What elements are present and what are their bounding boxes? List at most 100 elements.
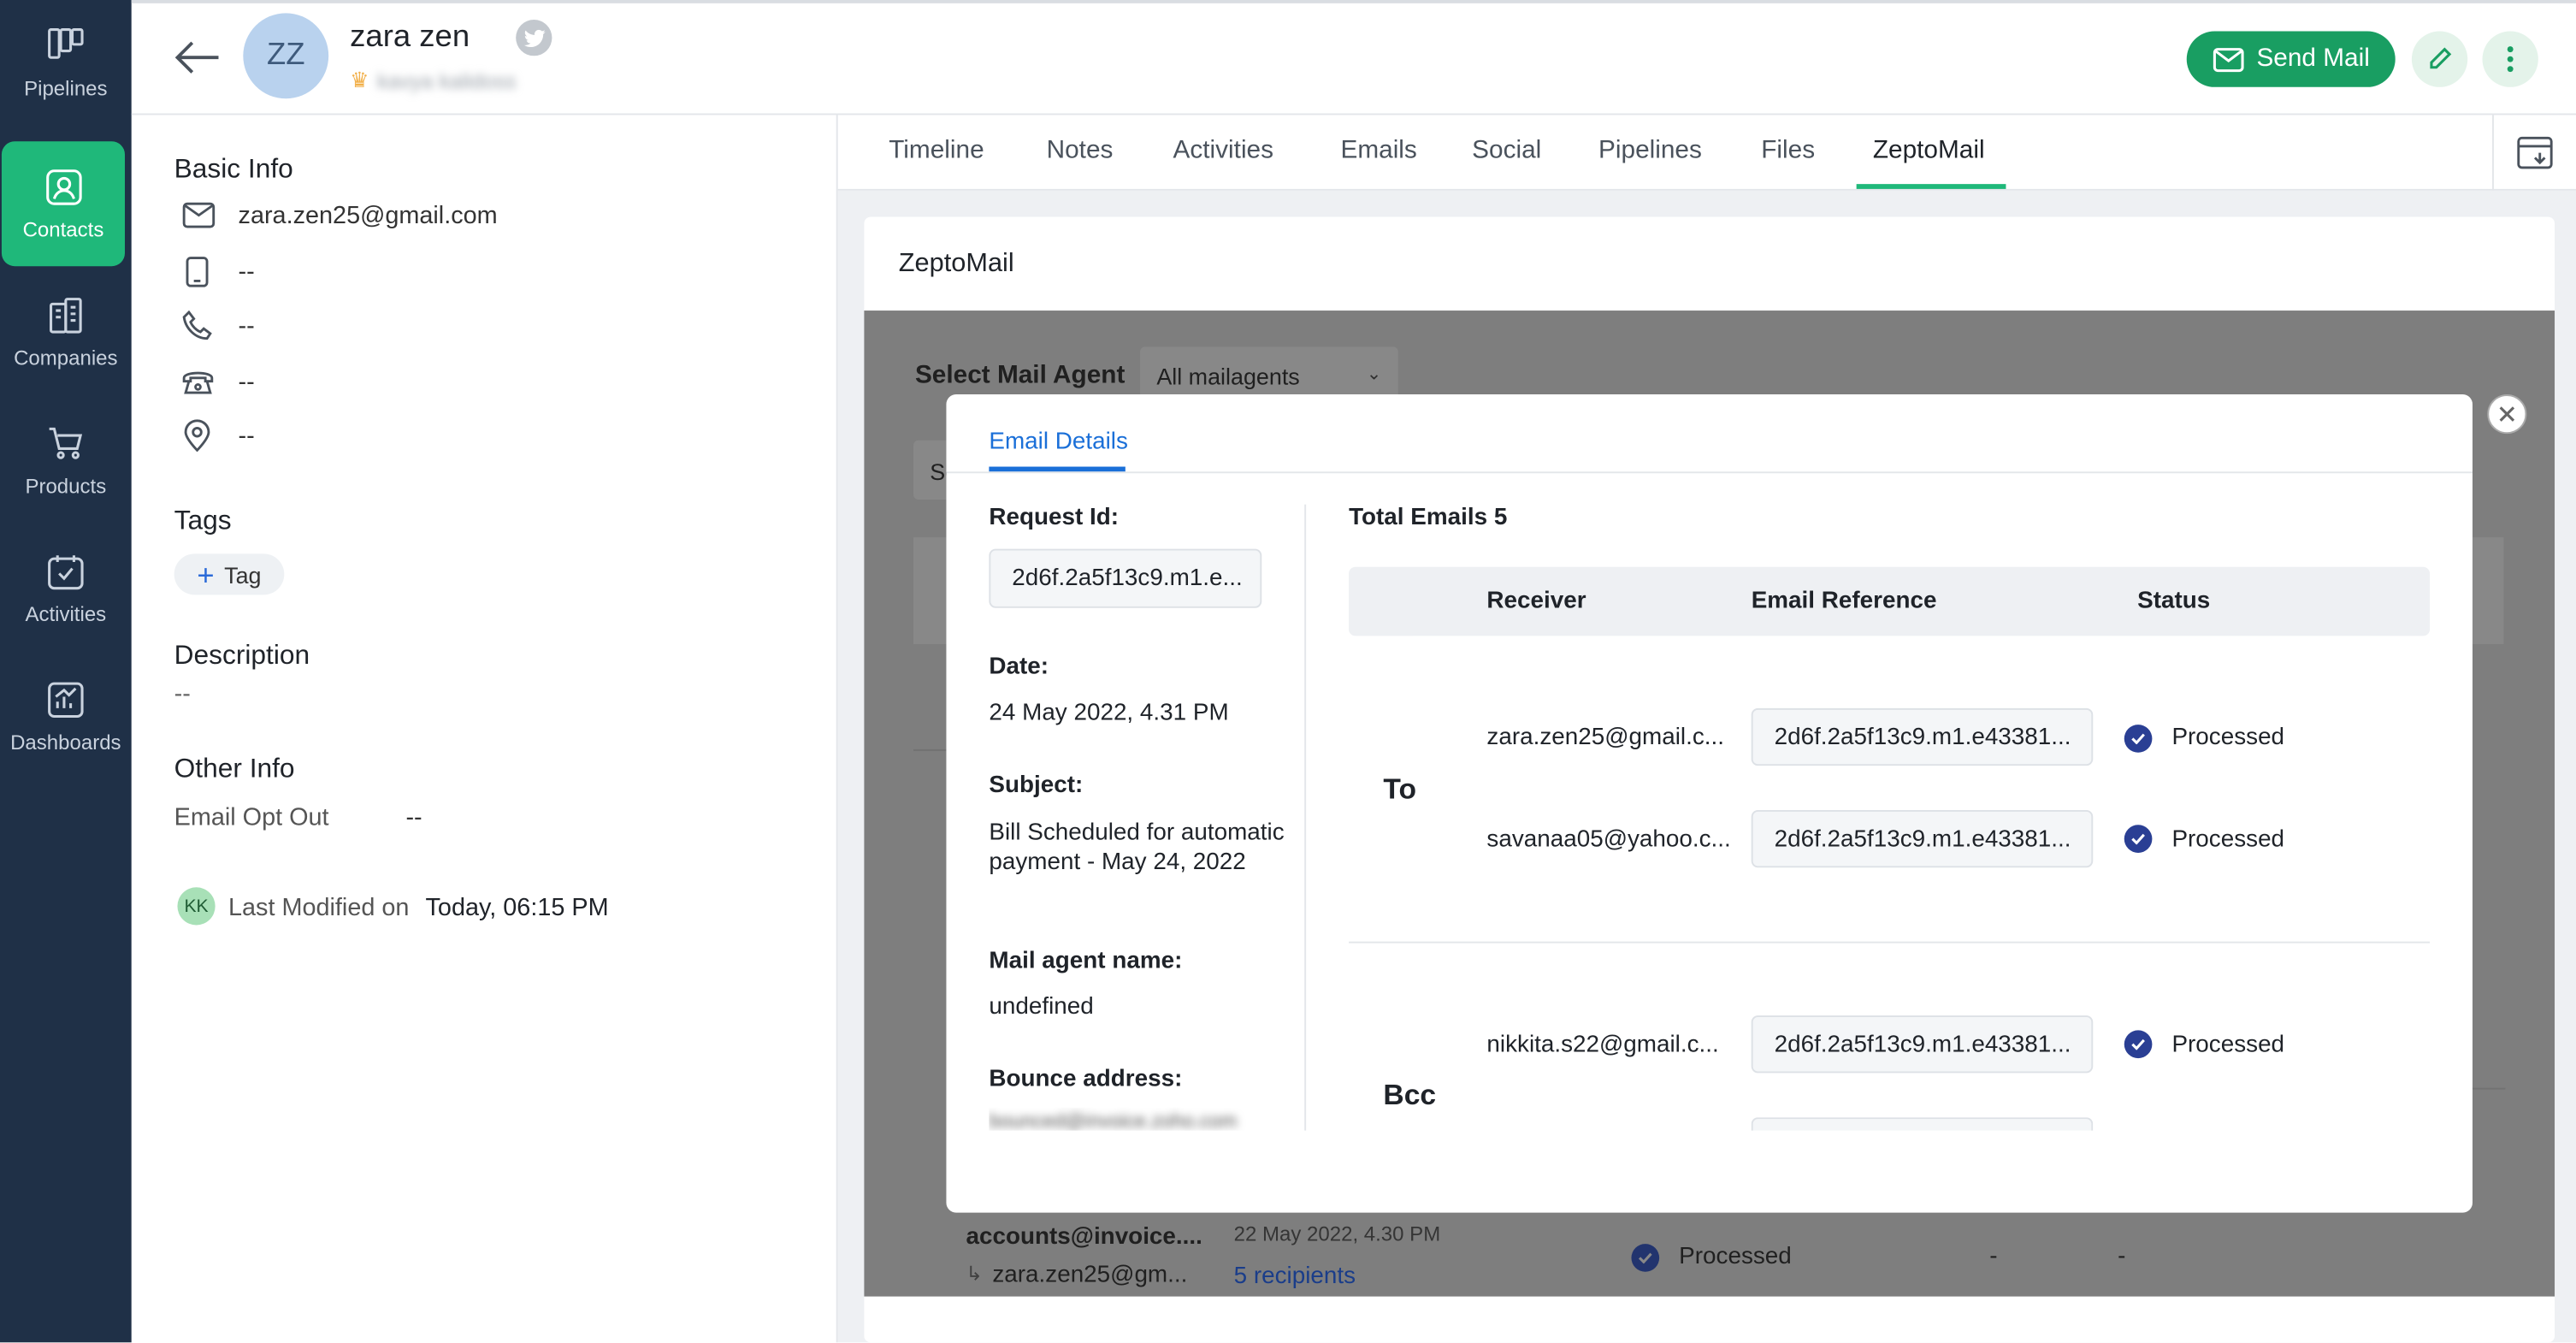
request-id-field[interactable]: 2d6f.2a5f13c9.m1.e... (989, 548, 1262, 608)
subject-value: Bill Scheduled for automatic payment - M… (989, 819, 1285, 876)
bg-row-col4: - (1989, 1244, 1998, 1270)
email-reference-field[interactable]: 2d6f.2a5f13c9.m1.e43381... (1751, 810, 2094, 868)
status-processed: Processed (2171, 1032, 2285, 1059)
email-opt-out-value: -- (405, 803, 422, 831)
chevron-down-icon: ⌄ (1366, 364, 1382, 385)
panel-toggle-icon[interactable] (2517, 136, 2553, 169)
email-reference-field[interactable]: 2d6f.2a5f13c9.m1.e43381... (1751, 707, 2094, 766)
date-value: 24 May 2022, 4.31 PM (989, 700, 1229, 727)
tab-email-details[interactable]: Email Details (989, 429, 1128, 455)
telephone-icon (182, 371, 214, 394)
send-mail-button[interactable]: Send Mail (2186, 31, 2396, 87)
sidebar-item-label: Contacts (22, 218, 104, 242)
phone-icon (182, 311, 212, 340)
tab-timeline[interactable]: Timeline (889, 136, 984, 166)
bounce-address-value: bounced@invoice.zoho.com (989, 1109, 1238, 1131)
sidebar-item-products[interactable]: Products (0, 398, 132, 523)
twitter-icon[interactable] (516, 20, 552, 56)
tab-notes[interactable]: Notes (1047, 136, 1114, 166)
status-processed: Processed (2171, 725, 2285, 751)
email-reference-field[interactable]: 2d6f.2a5f13c9.m1.e43381... (1751, 1015, 2094, 1074)
sidebar-item-label: Products (25, 475, 107, 499)
sidebar-item-dashboards[interactable]: Dashboards (0, 654, 132, 779)
email-reference-field-partial (1751, 1117, 2094, 1131)
description-heading: Description (174, 641, 310, 671)
tab-activities[interactable]: Activities (1173, 136, 1273, 166)
date-label: Date: (989, 654, 1049, 681)
bg-row-recipient: ↳ zara.zen25@gm... (966, 1262, 1188, 1289)
tab-pipelines[interactable]: Pipelines (1598, 136, 1702, 166)
sidebar-item-companies[interactable]: Companies (0, 269, 132, 394)
more-options-button[interactable] (2482, 31, 2538, 87)
bg-row-date: 22 May 2022, 4.30 PM (1233, 1222, 1441, 1246)
activities-icon (48, 555, 84, 590)
mail-agent-value: undefined (989, 994, 1094, 1021)
sidebar-item-label: Pipelines (24, 77, 108, 101)
total-emails: Total Emails 5 (1349, 504, 1508, 531)
tags-heading: Tags (174, 506, 232, 536)
phone-value: -- (238, 311, 255, 340)
mail-icon (2212, 47, 2243, 72)
work-phone-value: -- (238, 368, 255, 396)
row-divider (913, 748, 947, 751)
table-header-bg-right (2472, 537, 2504, 645)
tab-emails[interactable]: Emails (1340, 136, 1416, 166)
recipients-table-header: Receiver Email Reference Status (1349, 566, 2431, 636)
close-modal-button[interactable] (2487, 394, 2527, 435)
bg-row-status: Processed (1679, 1244, 1792, 1270)
add-tag-button[interactable]: + Tag (174, 553, 285, 595)
sidebar-item-activities[interactable]: Activities (0, 526, 132, 651)
sidebar-item-contacts[interactable]: Contacts (1, 141, 125, 267)
sidebar-item-label: Companies (14, 346, 118, 370)
bounce-address-label: Bounce address: (989, 1066, 1183, 1093)
bg-row-sender: accounts@invoice.... (966, 1224, 1202, 1251)
description-value: -- (174, 680, 191, 708)
last-modified-label: Last Modified on (228, 893, 410, 922)
modal-tab-divider (946, 471, 2473, 474)
pipelines-icon (48, 28, 84, 59)
companies-icon (50, 298, 82, 334)
bounce-address-clip: bounced@invoice.zoho.com (989, 1108, 1304, 1131)
receiver-email: zara.zen25@gmail.c... (1486, 725, 1724, 751)
tab-social[interactable]: Social (1472, 136, 1541, 166)
select-mail-agent-label: Select Mail Agent (914, 361, 1126, 390)
edit-button[interactable] (2411, 31, 2468, 87)
email-value[interactable]: zara.zen25@gmail.com (239, 202, 498, 230)
to-group-label: To (1383, 772, 1417, 806)
check-icon (1631, 1244, 1660, 1272)
check-icon (2124, 725, 2153, 753)
tabs-divider (2492, 115, 2494, 191)
crown-icon: ♛ (350, 67, 369, 92)
contact-details-panel (132, 115, 838, 1343)
active-tab-indicator (1856, 184, 2006, 189)
pencil-icon (2430, 47, 2452, 69)
avatar: ZZ (243, 13, 329, 99)
other-info-heading: Other Info (174, 754, 295, 784)
zeptomail-title: ZeptoMail (898, 249, 1014, 278)
record-tabs: Timeline Notes Activities Emails Social … (837, 115, 2576, 191)
close-icon (2499, 406, 2515, 422)
bg-row-recipients-link[interactable]: 5 recipients (1234, 1263, 1356, 1290)
products-icon (49, 427, 83, 459)
address-value: -- (238, 422, 255, 451)
bcc-group-label: Bcc (1383, 1078, 1437, 1111)
modal-column-divider (1304, 504, 1307, 1131)
dashboards-icon (48, 682, 84, 719)
check-icon (2124, 1030, 2153, 1059)
sidebar-item-pipelines[interactable]: Pipelines (0, 0, 132, 125)
last-modified-value: Today, 06:15 PM (425, 893, 609, 922)
contacts-icon (45, 169, 81, 205)
back-arrow-icon[interactable] (173, 36, 222, 87)
reply-arrow-icon: ↳ (966, 1262, 983, 1286)
receiver-email: savanaa05@yahoo.c... (1486, 826, 1731, 853)
basic-info-heading: Basic Info (174, 154, 293, 185)
plus-icon: + (197, 558, 215, 591)
tab-files[interactable]: Files (1761, 136, 1815, 166)
column-receiver: Receiver (1486, 588, 1586, 615)
record-owner[interactable]: ♛ kavya kalidoss (350, 68, 516, 94)
status-processed: Processed (2171, 826, 2285, 853)
mobile-value: -- (238, 257, 255, 287)
receiver-email: nikkita.s22@gmail.c... (1486, 1032, 1719, 1059)
location-icon (184, 419, 210, 453)
tab-zeptomail[interactable]: ZeptoMail (1873, 136, 1985, 166)
